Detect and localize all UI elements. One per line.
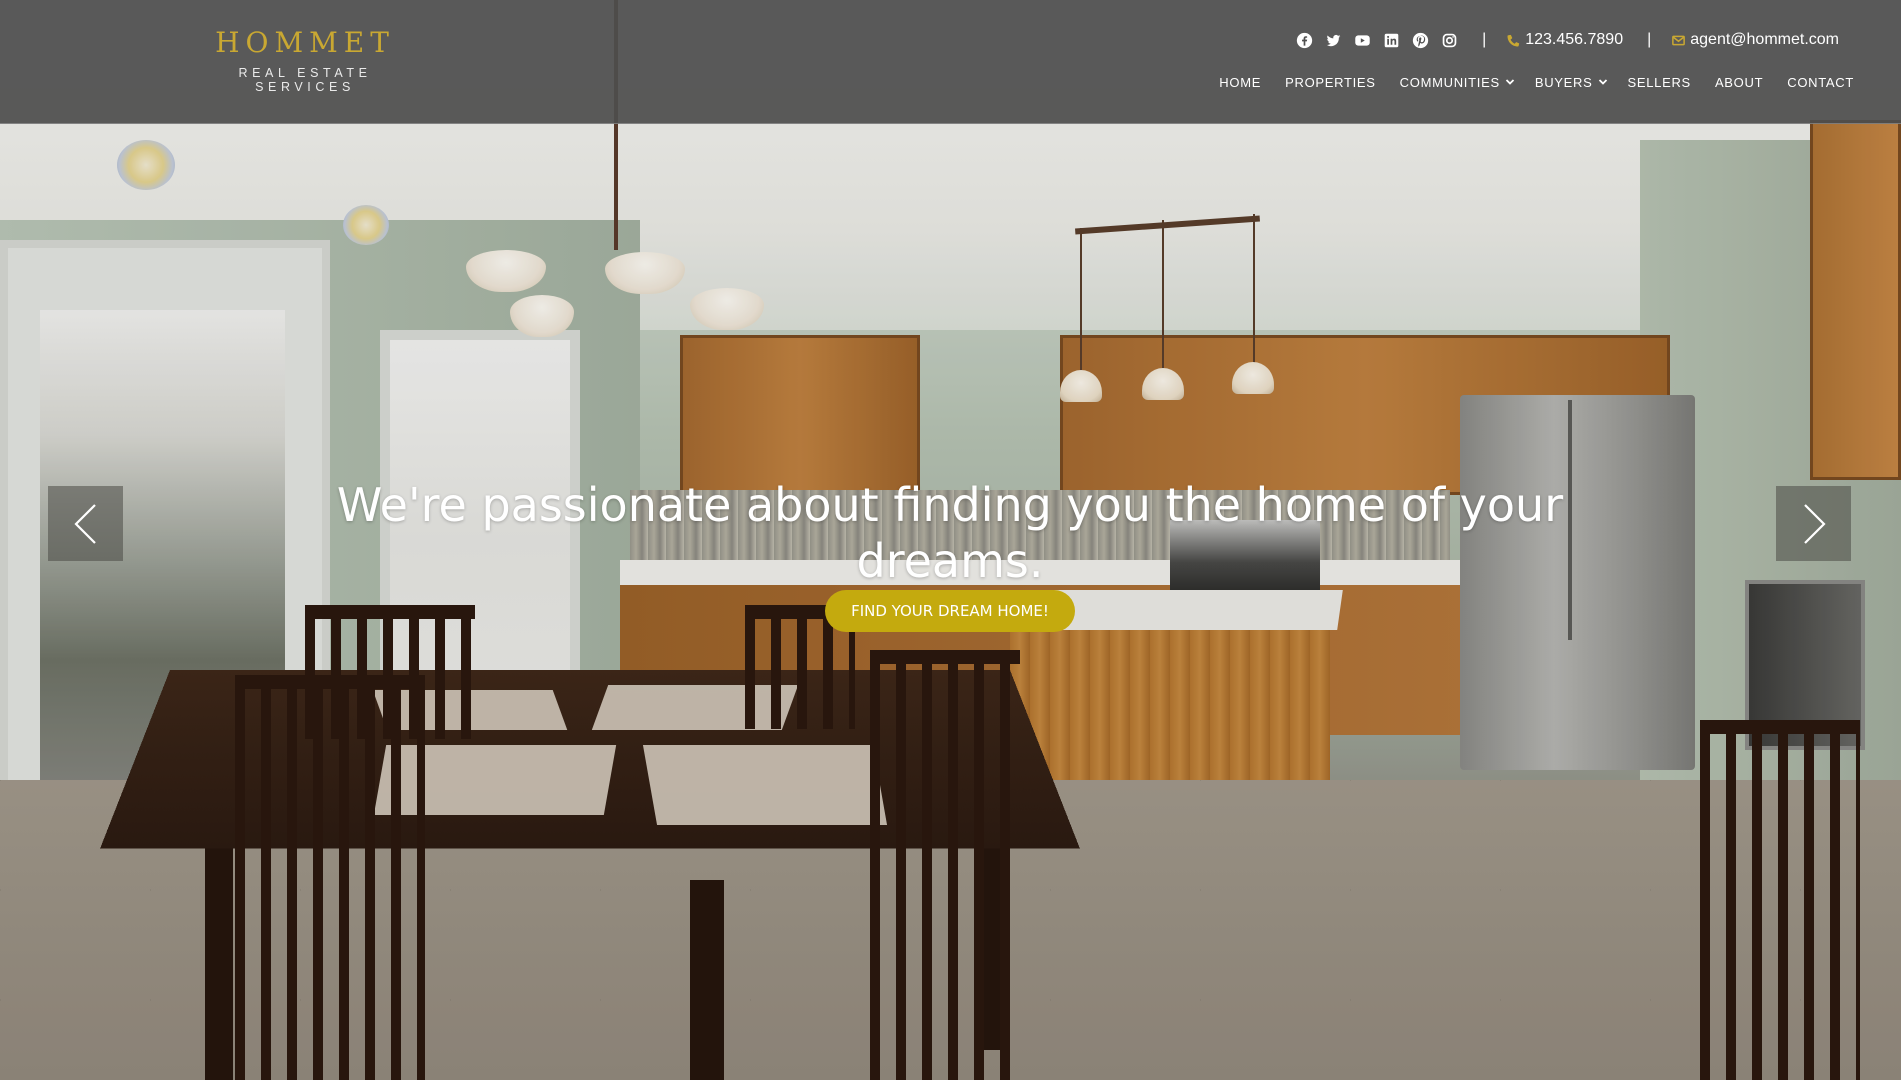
nav-label: ABOUT bbox=[1714, 74, 1764, 90]
twitter-icon[interactable] bbox=[1324, 31, 1342, 49]
nav-label: CONTACT bbox=[1787, 74, 1854, 90]
phone-icon bbox=[1507, 34, 1520, 46]
nav-properties[interactable]: PROPERTIES bbox=[1285, 75, 1376, 90]
youtube-icon[interactable] bbox=[1353, 31, 1371, 49]
slider-prev-button[interactable] bbox=[48, 486, 123, 561]
email-link[interactable]: agent@hommet.com bbox=[1671, 31, 1839, 49]
top-contact-bar: | 123.456.7890 | agent@hommet.com bbox=[1284, 28, 1839, 52]
main-nav: HOME PROPERTIES COMMUNITIES BUYERS SELLE… bbox=[1195, 72, 1854, 92]
nav-home[interactable]: HOME bbox=[1219, 75, 1261, 90]
nav-label: HOME bbox=[1219, 74, 1262, 90]
separator: | bbox=[1482, 31, 1487, 48]
pinterest-icon[interactable] bbox=[1411, 31, 1429, 49]
email-address: agent@hommet.com bbox=[1690, 31, 1839, 48]
nav-label: COMMUNITIES bbox=[1399, 74, 1500, 90]
chevron-down-icon bbox=[1505, 79, 1514, 85]
logo[interactable]: HOMMET REAL ESTATE SERVICES bbox=[185, 26, 425, 94]
instagram-icon[interactable] bbox=[1440, 31, 1458, 49]
chevron-right-icon bbox=[1803, 503, 1826, 544]
chevron-left-icon bbox=[73, 503, 96, 544]
phone-number: 123.456.7890 bbox=[1525, 31, 1624, 48]
site-header: HOMMET REAL ESTATE SERVICES | 123.456.78… bbox=[0, 0, 1901, 124]
logo-name: HOMMET bbox=[215, 26, 395, 59]
nav-label: PROPERTIES bbox=[1285, 74, 1376, 90]
logo-tagline: REAL ESTATE SERVICES bbox=[238, 66, 372, 94]
nav-communities[interactable]: COMMUNITIES bbox=[1400, 75, 1515, 90]
nav-contact[interactable]: CONTACT bbox=[1787, 75, 1854, 90]
slider-next-button[interactable] bbox=[1776, 486, 1851, 561]
linkedin-icon[interactable] bbox=[1382, 31, 1400, 49]
nav-label: SELLERS bbox=[1627, 74, 1691, 90]
nav-about[interactable]: ABOUT bbox=[1715, 75, 1763, 90]
find-dream-home-button[interactable]: FIND YOUR DREAM HOME! bbox=[825, 590, 1075, 632]
separator: | bbox=[1647, 31, 1652, 48]
chevron-down-icon bbox=[1598, 79, 1607, 85]
hero-headline: We're passionate about finding you the h… bbox=[336, 477, 1564, 588]
nav-label: BUYERS bbox=[1534, 74, 1593, 90]
envelope-icon bbox=[1672, 35, 1686, 45]
facebook-icon[interactable] bbox=[1295, 31, 1313, 49]
nav-buyers[interactable]: BUYERS bbox=[1535, 75, 1608, 90]
phone-link[interactable]: 123.456.7890 bbox=[1506, 31, 1623, 49]
page: HOMMET REAL ESTATE SERVICES | 123.456.78… bbox=[0, 0, 1901, 1080]
nav-sellers[interactable]: SELLERS bbox=[1628, 75, 1691, 90]
